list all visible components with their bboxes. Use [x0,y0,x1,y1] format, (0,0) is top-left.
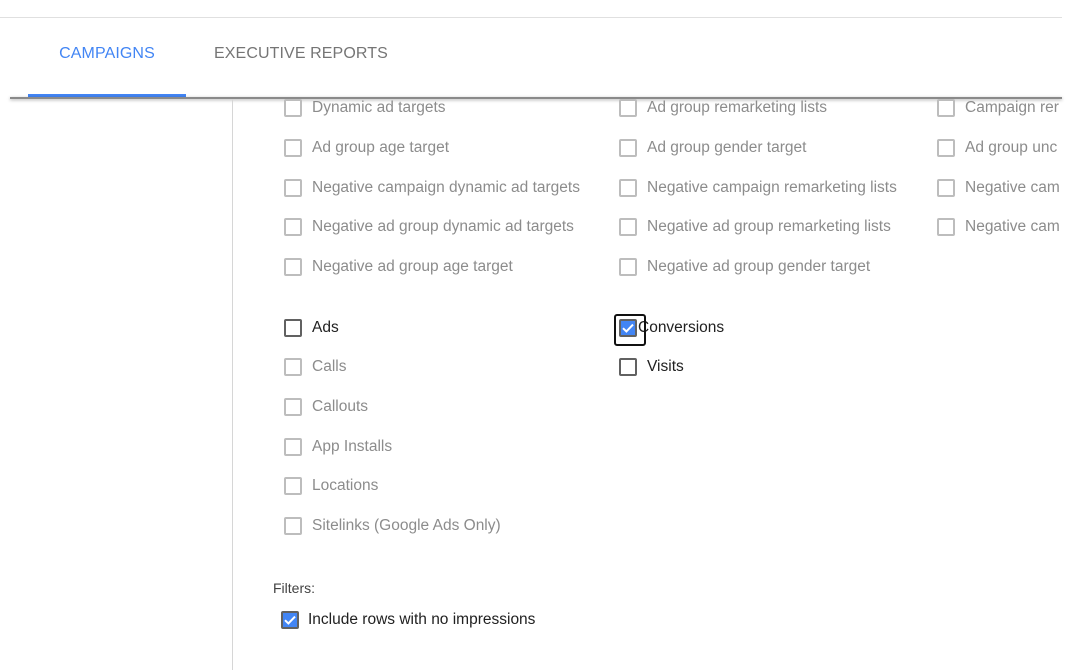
tab-executive-reports[interactable]: EXECUTIVE REPORTS [214,18,394,98]
checkbox-campaign-remarketing[interactable]: Campaign rer [937,99,1059,119]
checkbox-box[interactable] [614,314,646,346]
checkbox-box[interactable] [284,179,302,197]
checkbox-negative-ad-group-age-target[interactable]: Negative ad group age target [284,256,513,278]
checkbox-dynamic-ad-targets[interactable]: Dynamic ad targets [284,99,446,119]
tab-executive-reports-label: EXECUTIVE REPORTS [214,45,388,62]
checkbox-negative-ad-group-gender-target[interactable]: Negative ad group gender target [619,256,870,278]
checkbox-box[interactable] [619,179,637,197]
checkbox-box[interactable] [284,477,302,495]
checkbox-box[interactable] [284,99,302,117]
checkbox-label: Sitelinks (Google Ads Only) [312,517,501,534]
report-options-panel: Dynamic ad targets Ad group age target N… [233,99,1062,670]
checkbox-box[interactable] [284,358,302,376]
checkbox-negative-campaign-dynamic-ad-targets[interactable]: Negative campaign dynamic ad targets [284,177,580,199]
checkbox-visits[interactable]: Visits [619,356,684,378]
checkbox-calls[interactable]: Calls [284,356,346,378]
checkbox-label: Negative cam [965,179,1060,196]
checkbox-box[interactable] [619,218,637,236]
checkbox-label: App Installs [312,438,393,455]
checkmark-icon [622,323,634,333]
checkbox-box[interactable] [937,139,955,157]
checkbox-app-installs[interactable]: App Installs [284,436,392,458]
checkbox-label: Negative ad group remarketing lists [647,218,891,235]
checkbox-sitelinks[interactable]: Sitelinks (Google Ads Only) [284,515,501,537]
checkbox-box[interactable] [284,398,302,416]
checkbox-label: Include rows with no impressions [308,611,536,628]
tab-campaigns[interactable]: CAMPAIGNS [28,18,186,98]
checkmark-icon [284,615,296,625]
checkbox-ad-group-remarketing-lists[interactable]: Ad group remarketing lists [619,99,827,119]
tab-campaigns-label: CAMPAIGNS [59,45,155,62]
checkbox-label: Negative campaign dynamic ad targets [312,179,580,196]
checkbox-box[interactable] [284,438,302,456]
checkbox-box[interactable] [937,99,955,117]
checkbox-label: Calls [312,358,347,375]
checkbox-label: Negative ad group dynamic ad targets [312,218,574,235]
checkbox-label: Campaign rer [965,99,1059,116]
checkbox-include-rows-no-impressions[interactable]: Include rows with no impressions [281,609,535,631]
checkbox-conversions[interactable]: Conversions [614,314,725,346]
checkbox-negative-campaign-remarketing-lists[interactable]: Negative campaign remarketing lists [619,177,897,199]
checkbox-box[interactable] [284,139,302,157]
checkbox-box[interactable] [619,99,637,117]
checkbox-box[interactable] [284,517,302,535]
checkbox-ad-group-age-target[interactable]: Ad group age target [284,137,449,159]
checkbox-box[interactable] [619,258,637,276]
checkbox-label: Negative cam [965,218,1060,235]
checkbox-label: Locations [312,477,379,494]
checkbox-negative-ad-group-dynamic-ad-targets[interactable]: Negative ad group dynamic ad targets [284,216,574,238]
checkbox-label: Ad group unc [965,139,1058,156]
checkbox-ad-group-unc[interactable]: Ad group unc [937,137,1057,159]
checkbox-box[interactable] [284,258,302,276]
checkbox-label: Negative ad group age target [312,258,513,275]
checkbox-box[interactable] [619,358,637,376]
checkbox-negative-cam-2[interactable]: Negative cam [937,216,1060,238]
checkbox-label: Ads [312,319,339,336]
checkbox-label: Negative campaign remarketing lists [647,179,897,196]
checkbox-ads[interactable]: Ads [284,317,339,339]
checkbox-label: Ad group remarketing lists [647,99,828,116]
checkbox-box[interactable] [284,218,302,236]
checkbox-locations[interactable]: Locations [284,475,378,497]
checkbox-label: Visits [647,358,684,375]
checkbox-box[interactable] [281,611,299,629]
checkbox-negative-ad-group-remarketing-lists[interactable]: Negative ad group remarketing lists [619,216,891,238]
checkbox-label: Ad group gender target [647,139,807,156]
checkbox-box[interactable] [937,218,955,236]
checkbox-label: Callouts [312,398,368,415]
checkbox-box[interactable] [284,319,302,337]
checkbox-label: Ad group age target [312,139,450,156]
checkbox-callouts[interactable]: Callouts [284,396,368,418]
checkbox-box[interactable] [619,139,637,157]
checkbox-label: Dynamic ad targets [312,99,446,116]
checkbox-negative-cam-1[interactable]: Negative cam [937,177,1060,199]
checkbox-label: Negative ad group gender target [647,258,871,275]
checkbox-ad-group-gender-target[interactable]: Ad group gender target [619,137,806,159]
checkbox-box[interactable] [937,179,955,197]
checkbox-label: Conversions [638,319,725,336]
filters-label: Filters: [273,580,315,596]
